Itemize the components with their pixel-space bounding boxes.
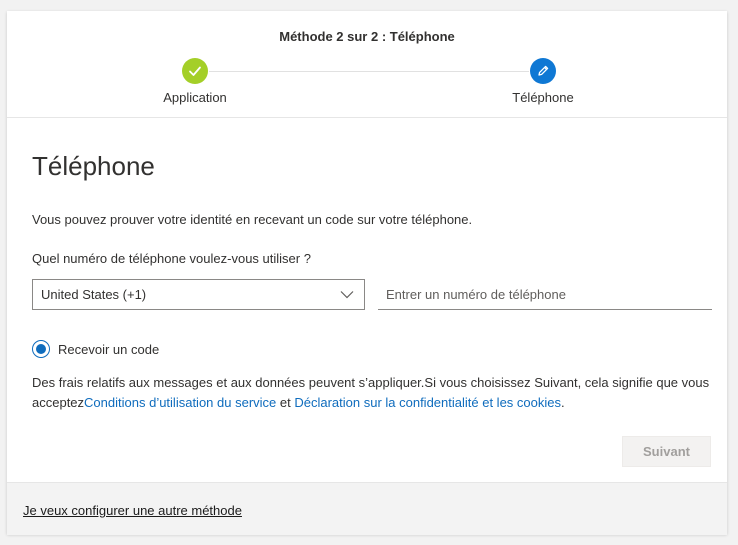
chevron-down-icon: [340, 291, 354, 299]
country-code-value: United States (+1): [41, 287, 147, 302]
disclaimer-connector: et: [276, 395, 295, 410]
page-title: Téléphone: [32, 151, 155, 181]
privacy-statement-link[interactable]: Déclaration sur la confidentialité et le…: [294, 395, 561, 410]
pencil-icon: [538, 65, 549, 76]
step-telephone-label: Téléphone: [512, 90, 574, 105]
wizard-header: Méthode 2 sur 2 : Téléphone Application …: [7, 11, 727, 118]
step-telephone-indicator: [530, 58, 556, 84]
phone-question: Quel numéro de téléphone voulez-vous uti…: [32, 251, 311, 266]
progress-line: [209, 71, 529, 72]
wizard-title: Méthode 2 sur 2 : Téléphone: [279, 29, 455, 44]
checkmark-icon: [189, 66, 201, 76]
receive-code-radio[interactable]: Recevoir un code: [32, 340, 159, 358]
radio-label: Recevoir un code: [58, 341, 160, 357]
country-code-select[interactable]: United States (+1): [32, 279, 365, 310]
disclaimer-end: .: [560, 395, 565, 410]
next-button[interactable]: Suivant: [622, 436, 711, 467]
radio-button[interactable]: [32, 340, 50, 358]
footer: Je veux configurer une autre méthode: [7, 482, 727, 535]
disclaimer-text: Des frais relatifs aux messages et aux d…: [32, 373, 712, 413]
step-application-indicator: [182, 58, 208, 84]
setup-card: Méthode 2 sur 2 : Téléphone Application …: [7, 11, 727, 535]
phone-number-input[interactable]: [378, 279, 712, 310]
configure-other-method-link[interactable]: Je veux configurer une autre méthode: [23, 503, 242, 518]
radio-selected-dot: [36, 344, 46, 354]
intro-text: Vous pouvez prouver votre identité en re…: [32, 212, 473, 227]
terms-of-service-link[interactable]: Conditions d’utilisation du service: [84, 395, 276, 410]
step-application-label: Application: [163, 90, 227, 105]
